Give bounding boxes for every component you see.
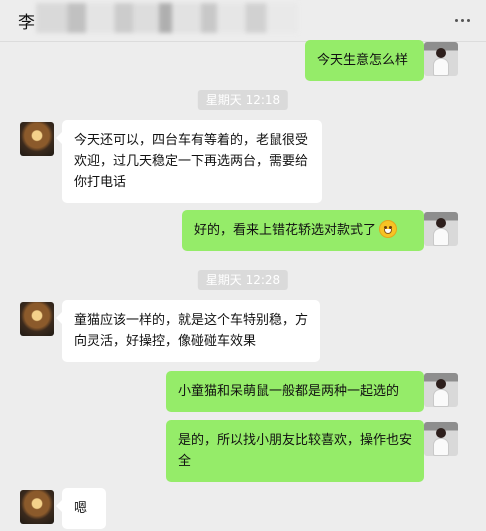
- avatar-head: [436, 48, 446, 58]
- self-avatar[interactable]: [424, 373, 458, 407]
- more-options-button[interactable]: [452, 12, 472, 28]
- avatar-body: [433, 228, 449, 246]
- contact-avatar[interactable]: [20, 302, 54, 336]
- self-avatar[interactable]: [424, 212, 458, 246]
- dot-icon: [466, 18, 470, 22]
- message-text: 嗯: [74, 501, 88, 516]
- outgoing-message-bubble[interactable]: 是的，所以找小朋友比较喜欢，操作也安全: [166, 420, 430, 482]
- message-text: 是的，所以找小朋友比较喜欢，操作也安全: [178, 433, 413, 469]
- avatar-body: [433, 389, 449, 407]
- message-text: 好的，看来上错花轿选对款式了: [194, 223, 377, 238]
- avatar-head: [436, 218, 446, 228]
- avatar-head: [436, 428, 446, 438]
- grinning-face-emoji-icon: [379, 220, 398, 238]
- contact-name: 李: [18, 13, 35, 33]
- dot-icon: [460, 18, 464, 22]
- incoming-message-bubble[interactable]: 童猫应该一样的，就是这个车特别稳，方向灵活，好操控，像碰碰车效果: [56, 300, 320, 362]
- contact-avatar[interactable]: [20, 490, 54, 524]
- outgoing-message-bubble[interactable]: 好的，看来上错花轿选对款式了: [182, 210, 430, 251]
- outgoing-message-bubble[interactable]: 小童猫和呆萌鼠一般都是两种一起选的: [166, 371, 430, 412]
- emoji-mouth: [384, 229, 393, 234]
- time-divider: 星期天 12:28: [197, 270, 289, 290]
- incoming-message-bubble[interactable]: 嗯: [56, 488, 106, 529]
- dot-icon: [454, 18, 458, 22]
- self-avatar[interactable]: [424, 42, 458, 76]
- incoming-message-bubble[interactable]: 今天还可以，四台车有等着的，老鼠很受欢迎，过几天稳定一下再选两台，需要给你打电话: [56, 120, 322, 203]
- redacted-name-blur: [36, 3, 298, 33]
- time-divider: 星期天 12:18: [197, 90, 289, 110]
- avatar-head: [436, 379, 446, 389]
- contact-avatar[interactable]: [20, 122, 54, 156]
- message-text: 今天还可以，四台车有等着的，老鼠很受欢迎，过几天稳定一下再选两台，需要给你打电话: [74, 133, 309, 190]
- outgoing-message-bubble[interactable]: 今天生意怎么样: [305, 40, 430, 81]
- chat-header: 李: [0, 0, 486, 42]
- message-text: 童猫应该一样的，就是这个车特别稳，方向灵活，好操控，像碰碰车效果: [74, 313, 309, 349]
- self-avatar[interactable]: [424, 422, 458, 456]
- avatar-body: [433, 58, 449, 76]
- message-text: 小童猫和呆萌鼠一般都是两种一起选的: [178, 384, 400, 399]
- message-text: 今天生意怎么样: [317, 53, 409, 68]
- avatar-body: [433, 438, 449, 456]
